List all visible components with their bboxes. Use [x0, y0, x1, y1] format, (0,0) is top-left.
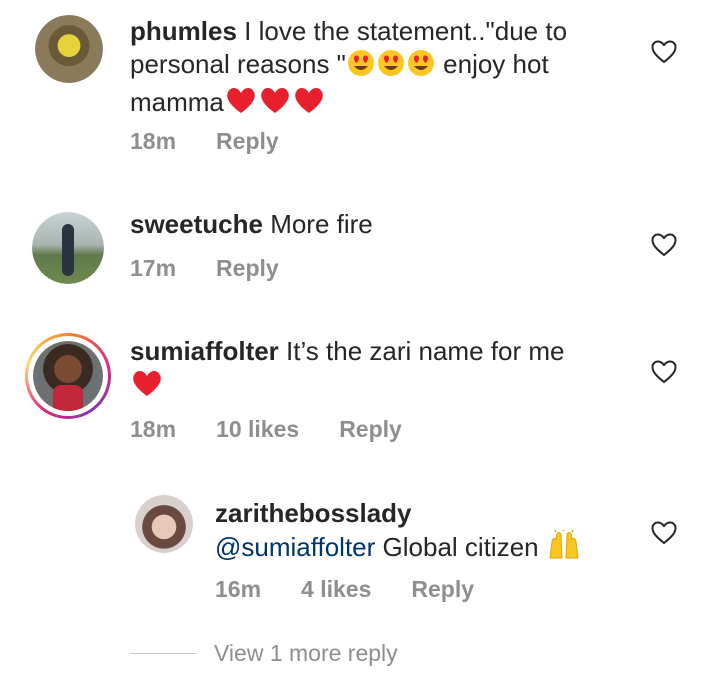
likes-count[interactable]: 4 likes	[301, 576, 371, 603]
like-heart-icon[interactable]	[651, 233, 677, 257]
likes-count[interactable]: 10 likes	[216, 416, 299, 443]
like-heart-icon[interactable]	[651, 521, 677, 545]
avatar[interactable]	[35, 15, 103, 83]
timestamp: 17m	[130, 255, 177, 281]
username[interactable]: sumiaffolter	[130, 336, 279, 366]
reply-button[interactable]: Reply	[411, 576, 474, 603]
username[interactable]: phumles	[130, 16, 237, 46]
heart-eyes-emoji	[346, 49, 376, 85]
timestamp: 18m	[130, 416, 177, 442]
reply-button[interactable]: Reply	[216, 255, 279, 282]
avatar[interactable]	[33, 341, 103, 411]
red-heart-emoji	[130, 368, 164, 406]
username[interactable]: zarithebosslady	[215, 498, 412, 528]
comment-text: sumiaffolter It’s the zari name for me	[130, 335, 630, 406]
comment-meta: 17m Reply	[130, 255, 279, 282]
comment-sweetuche: sweetuche More fire 17m Reply	[0, 200, 720, 300]
reply-button[interactable]: Reply	[339, 416, 402, 443]
reply-button[interactable]: Reply	[216, 128, 279, 155]
comment-meta: 18m 10 likes Reply	[130, 416, 402, 443]
avatar[interactable]	[135, 495, 193, 553]
raising-hands-emoji	[546, 528, 582, 568]
reply-zarithebosslady: zarithebosslady @sumiaffolter Global cit…	[0, 490, 720, 620]
timestamp: 18m	[130, 128, 177, 154]
red-heart-emoji	[224, 85, 258, 123]
comment-meta: 18m Reply	[130, 128, 279, 155]
comment-text: sweetuche More fire	[130, 209, 373, 239]
comment-text: phumles I love the statement.."due to pe…	[130, 15, 630, 123]
username[interactable]: sweetuche	[130, 209, 263, 239]
divider-line	[130, 653, 196, 654]
red-heart-emoji	[258, 85, 292, 123]
avatar[interactable]	[32, 212, 104, 284]
comment-text: zarithebosslady @sumiaffolter Global cit…	[215, 497, 635, 568]
heart-eyes-emoji	[376, 49, 406, 85]
view-more-label[interactable]: View 1 more reply	[214, 640, 398, 667]
red-heart-emoji	[292, 85, 326, 123]
comment-phumles: phumles I love the statement.."due to pe…	[0, 0, 720, 180]
like-heart-icon[interactable]	[651, 360, 677, 384]
view-more-replies[interactable]: View 1 more reply	[130, 640, 398, 667]
comment-meta: 16m 4 likes Reply	[215, 576, 474, 603]
comment-sumiaffolter: sumiaffolter It’s the zari name for me 1…	[0, 325, 720, 455]
like-heart-icon[interactable]	[651, 40, 677, 64]
mention-link[interactable]: @sumiaffolter	[215, 532, 375, 562]
heart-eyes-emoji	[406, 49, 436, 85]
timestamp: 16m	[215, 576, 262, 602]
